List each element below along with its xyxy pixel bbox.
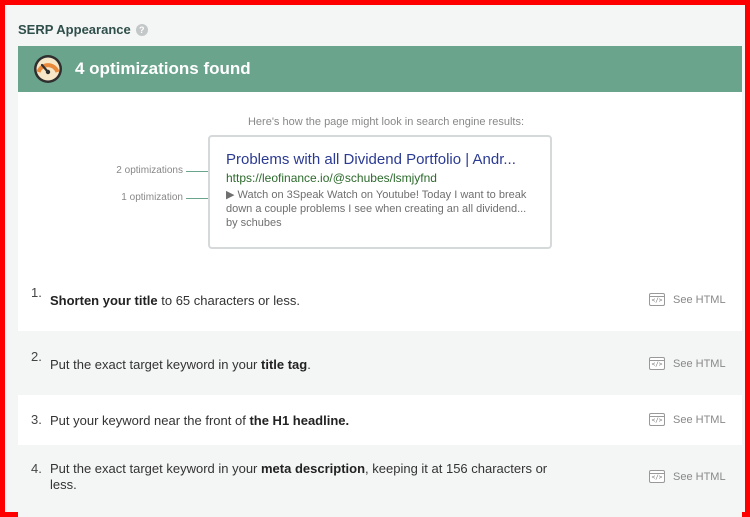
serp-description-line: down a couple problems I see when creati…	[226, 203, 527, 215]
optimization-row: 2. Put the exact target keyword in your …	[18, 331, 742, 395]
section-title: SERP Appearance ?	[18, 22, 148, 37]
description-annotation: 1 optimization	[121, 192, 183, 203]
serp-description: ▶ Watch on 3Speak Watch on Youtube! Toda…	[226, 188, 534, 230]
serp-url: https://leofinance.io/@schubes/lsmjyfnd	[226, 171, 437, 185]
optimization-number: 3.	[31, 412, 42, 427]
optimizations-panel: Here's how the page might look in search…	[18, 92, 742, 517]
optimization-row: 3. Put your keyword near the front of th…	[18, 395, 742, 445]
preview-caption: Here's how the page might look in search…	[247, 116, 525, 128]
see-html-label: See HTML	[673, 413, 726, 426]
optimization-number: 4.	[31, 461, 42, 476]
code-icon: </>	[649, 470, 665, 483]
optimization-bold: title tag	[261, 357, 308, 372]
optimization-bold: meta description	[261, 461, 366, 476]
optimization-row: 1. Shorten your title to 65 characters o…	[18, 267, 742, 331]
optimization-text: Put your keyword near the front of the H…	[50, 413, 350, 428]
optimization-text: Shorten your title to 65 characters or l…	[50, 293, 580, 309]
optimization-number: 1.	[31, 285, 42, 300]
see-html-label: See HTML	[673, 357, 726, 370]
code-icon: </>	[649, 357, 665, 370]
optimization-rest: to 65 characters or less.	[157, 293, 300, 308]
optimization-bold: Shorten your title	[50, 293, 158, 308]
app-frame: SERP Appearance ? 4 optimizations found …	[0, 0, 750, 517]
see-html-button[interactable]: </> See HTML	[649, 413, 726, 426]
title-annotation: 2 optimizations	[116, 165, 183, 176]
see-html-button[interactable]: </> See HTML	[649, 293, 726, 306]
see-html-label: See HTML	[673, 470, 726, 483]
code-icon: </>	[649, 293, 665, 306]
gauge-icon	[34, 55, 62, 83]
optimization-bold: the H1 headline.	[249, 413, 350, 428]
see-html-button[interactable]: </> See HTML	[649, 357, 726, 370]
banner-title: 4 optimizations found	[75, 59, 251, 78]
section-title-text: SERP Appearance	[18, 22, 131, 37]
see-html-button[interactable]: </> See HTML	[649, 470, 726, 483]
optimization-row: 4. Put the exact target keyword in your …	[18, 445, 742, 517]
serp-description-line: by schubes	[226, 217, 282, 229]
help-icon[interactable]: ?	[135, 23, 148, 36]
optimizations-banner: 4 optimizations found	[18, 46, 742, 92]
see-html-label: See HTML	[673, 293, 726, 306]
serp-preview: Problems with all Dividend Portfolio | A…	[208, 135, 552, 249]
serp-title[interactable]: Problems with all Dividend Portfolio | A…	[226, 151, 534, 169]
optimization-text: Put the exact target keyword in your met…	[50, 461, 548, 492]
optimization-number: 2.	[31, 349, 42, 364]
code-icon: </>	[649, 413, 665, 426]
serp-description-line: ▶ Watch on 3Speak Watch on Youtube! Toda…	[226, 189, 527, 201]
optimization-text: Put the exact target keyword in your tit…	[50, 357, 311, 372]
